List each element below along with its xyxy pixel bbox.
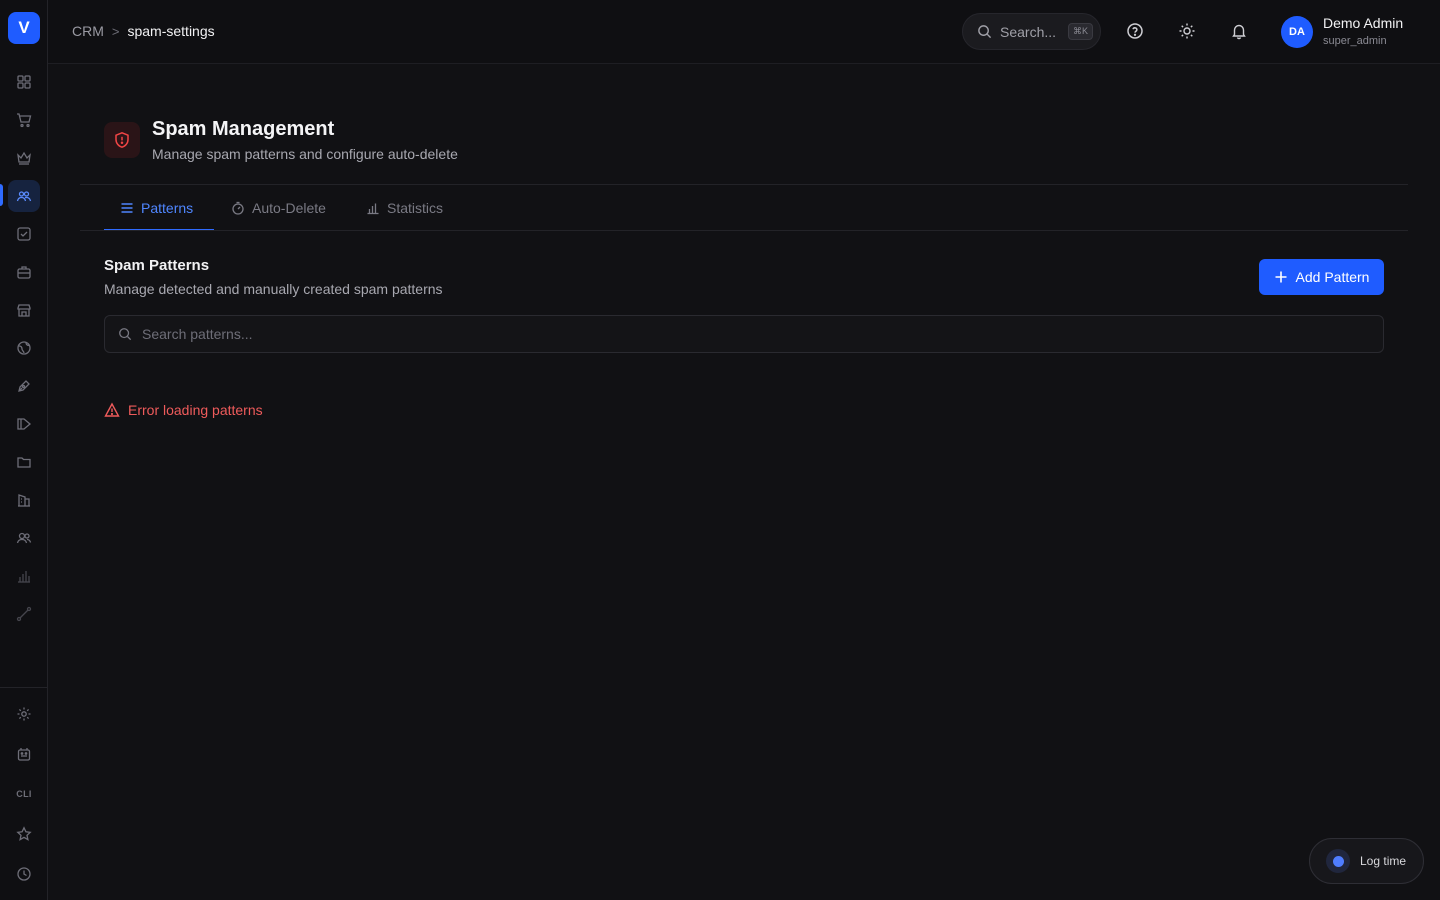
sidebar-item-cli[interactable]: CLI (8, 778, 40, 810)
breadcrumb-current: spam-settings (127, 23, 215, 39)
folder-icon (17, 457, 31, 468)
sidebar-item-campaign[interactable] (8, 408, 40, 440)
gear-icon (17, 707, 31, 721)
bell-icon (1232, 24, 1246, 40)
top-header: CRM > spam-settings Search... ⌘K DA Demo… (48, 0, 1440, 64)
page-subtitle: Manage spam patterns and configure auto-… (152, 146, 458, 162)
sidebar-item-briefcase[interactable] (8, 256, 40, 288)
tab-patterns[interactable]: Patterns (120, 198, 193, 218)
timer-icon (232, 201, 244, 215)
sidebar-item-favorites[interactable] (8, 818, 40, 850)
pen-icon (18, 380, 30, 392)
sidebar-item-globe[interactable] (8, 332, 40, 364)
shield-alert-icon (104, 122, 140, 158)
global-search-placeholder: Search... (1000, 23, 1057, 40)
log-time-button[interactable]: Log time (1309, 838, 1424, 884)
sidebar-item-settings[interactable] (8, 698, 40, 730)
sidebar-item-team[interactable] (8, 522, 40, 554)
tab-statistics-label: Statistics (387, 200, 444, 216)
page-title: Spam Management (152, 118, 335, 140)
sidebar-item-folder[interactable] (8, 446, 40, 478)
tabs-divider (80, 230, 1408, 231)
user-role: super_admin (1323, 35, 1387, 47)
user-name[interactable]: Demo Admin (1323, 15, 1403, 31)
add-pattern-label: Add Pattern (1295, 269, 1370, 285)
building-icon (18, 494, 30, 507)
sidebar: V CLI (0, 0, 48, 900)
tab-auto-delete[interactable]: Auto-Delete (231, 198, 326, 218)
checkbox-icon (17, 227, 31, 241)
tab-patterns-label: Patterns (141, 200, 194, 216)
breadcrumb-root[interactable]: CRM (72, 23, 104, 39)
notifications-button[interactable] (1229, 21, 1249, 41)
bar-chart-icon (18, 571, 30, 583)
pattern-search-field[interactable] (104, 315, 1384, 353)
team-icon (16, 532, 32, 544)
bar-chart-icon (367, 203, 379, 215)
sidebar-item-bot[interactable] (8, 738, 40, 770)
sidebar-item-store[interactable] (8, 294, 40, 326)
header-divider (80, 184, 1408, 185)
route-icon (16, 606, 32, 622)
cli-label: CLI (16, 789, 32, 799)
sidebar-item-crown[interactable] (8, 142, 40, 174)
clock-icon (17, 867, 31, 881)
sidebar-item-cart[interactable] (8, 104, 40, 136)
robot-icon (17, 748, 31, 761)
warning-icon (104, 402, 120, 417)
theme-toggle[interactable] (1177, 21, 1197, 41)
crown-icon (17, 151, 31, 165)
users-icon (16, 191, 32, 202)
log-time-label: Log time (1360, 854, 1407, 868)
pattern-search-input[interactable] (142, 326, 1342, 342)
list-icon (121, 203, 133, 213)
sidebar-item-history[interactable] (8, 858, 40, 890)
sidebar-item-building[interactable] (8, 484, 40, 516)
app-logo[interactable]: V (8, 12, 40, 44)
help-button[interactable] (1125, 21, 1145, 41)
breadcrumb-separator: > (111, 23, 120, 39)
star-icon (16, 826, 32, 841)
sidebar-item-dashboard[interactable] (8, 66, 40, 98)
error-text: Error loading patterns (128, 402, 263, 418)
search-icon (978, 25, 992, 39)
global-search-button[interactable]: Search... ⌘K (962, 13, 1101, 50)
sidebar-item-pen[interactable] (8, 370, 40, 402)
globe-icon (17, 341, 31, 355)
add-pattern-button[interactable]: Add Pattern (1259, 259, 1384, 295)
search-icon (119, 328, 132, 341)
cart-icon (17, 113, 32, 128)
plus-icon (1275, 271, 1287, 283)
search-shortcut: ⌘K (1068, 23, 1094, 40)
active-indicator (0, 184, 3, 206)
megaphone-icon (17, 418, 32, 430)
sidebar-item-tasks[interactable] (8, 218, 40, 250)
store-icon (17, 304, 31, 317)
error-message: Error loading patterns (104, 402, 263, 418)
section-title: Spam Patterns (104, 257, 210, 274)
sidebar-item-integrations[interactable] (8, 598, 40, 630)
section-subtitle: Manage detected and manually created spa… (104, 281, 443, 297)
tab-auto-delete-label: Auto-Delete (252, 200, 326, 216)
sun-icon (1179, 23, 1195, 39)
avatar[interactable]: DA (1281, 16, 1313, 48)
tab-statistics[interactable]: Statistics (366, 198, 443, 218)
grid-icon (17, 75, 31, 89)
timer-dot-icon (1326, 849, 1350, 873)
sidebar-divider (0, 687, 48, 688)
sidebar-item-crm[interactable] (8, 180, 40, 212)
breadcrumb: CRM > spam-settings (72, 23, 215, 39)
sidebar-item-analytics[interactable] (8, 560, 40, 592)
help-icon (1127, 23, 1143, 39)
briefcase-icon (17, 266, 31, 279)
